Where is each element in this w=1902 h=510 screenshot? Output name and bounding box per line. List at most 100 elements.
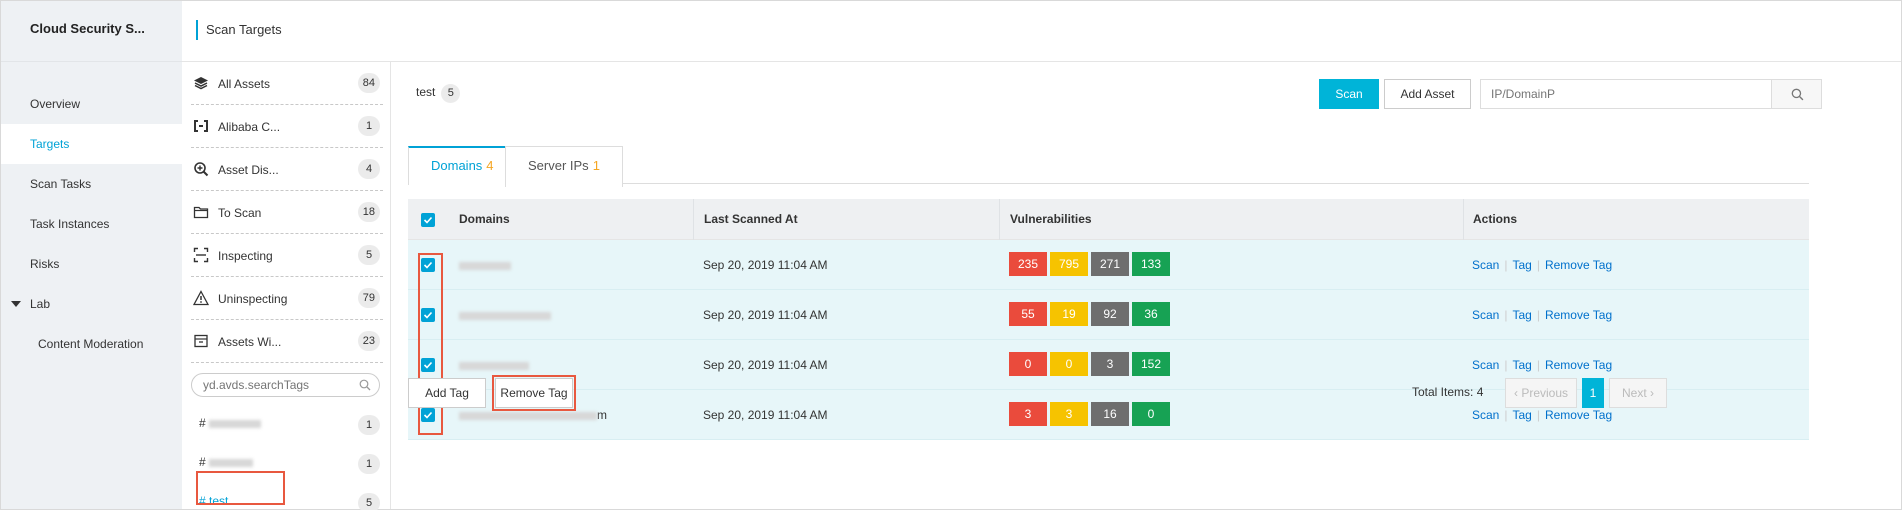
tag-link[interactable]: Tag [1512,408,1531,422]
selected-tag: test 5 [416,84,461,103]
tag-count-badge: 1 [358,415,380,435]
highlight-box [492,375,576,411]
group-inspecting[interactable]: Inspecting 5 [191,234,383,277]
nav-item-scan-tasks[interactable]: Scan Tasks [1,164,182,204]
left-navigation: Cloud Security S... Overview Targets Sca… [1,1,182,509]
scan-button[interactable]: Scan [1319,79,1379,109]
group-label: Uninspecting [218,292,288,306]
page-header: Scan Targets [182,1,1901,62]
vuln-high-count: 55 [1009,302,1047,326]
group-label: Asset Dis... [218,163,279,177]
discover-icon [194,162,209,177]
group-count-badge: 23 [357,331,380,351]
vuln-low-count: 3 [1091,352,1129,376]
group-assets-with[interactable]: Assets Wi... 23 [191,320,383,363]
main-content: test5 Scan Add Asset Domains4 Server IPs… [392,62,1901,509]
nav-item-overview[interactable]: Overview [1,84,182,124]
select-all-checkbox[interactable] [421,213,435,227]
group-count-badge: 5 [358,245,380,265]
group-to-scan[interactable]: To Scan 18 [191,191,383,234]
scan-link[interactable]: Scan [1472,258,1499,272]
group-asset-discovery[interactable]: Asset Dis... 4 [191,148,383,191]
last-scanned-cell: Sep 20, 2019 11:04 AM [703,308,828,322]
group-label: Inspecting [218,249,273,263]
vuln-low-count: 16 [1091,402,1129,426]
action-separator: | [1536,258,1540,272]
vuln-info-count: 133 [1132,252,1170,276]
asset-tabs: Domains 4 Server IPs 1 [408,146,1809,187]
app-window: Cloud Security S... Overview Targets Sca… [0,0,1902,510]
tag-item[interactable]: # 1 [191,406,383,443]
action-separator: | [1536,358,1540,372]
page-title: Scan Targets [196,20,282,40]
asset-search-input[interactable] [1481,80,1761,108]
scan-frame-icon [193,247,209,263]
vuln-medium-count: 0 [1050,352,1088,376]
tab-server-ips[interactable]: Server IPs 1 [505,146,623,187]
group-all-assets[interactable]: All Assets 84 [191,62,383,105]
search-button[interactable] [1771,80,1821,108]
redacted-text [208,458,253,467]
column-header-last-scanned: Last Scanned At [704,212,798,226]
nav-item-task-instances[interactable]: Task Instances [1,204,182,244]
tag-search [191,373,380,397]
asset-search [1480,79,1822,109]
vuln-info-count: 0 [1132,402,1170,426]
scan-link[interactable]: Scan [1472,358,1499,372]
redacted-text [459,311,551,320]
domain-cell [459,290,551,340]
scan-link[interactable]: Scan [1472,408,1499,422]
column-divider [693,199,694,240]
tab-domains[interactable]: Domains 4 [408,146,517,185]
row-actions: Scan | Tag | Remove Tag [1472,290,1612,340]
remove-tag-link[interactable]: Remove Tag [1545,308,1612,322]
warning-icon [193,290,209,306]
next-label: Next [1621,386,1647,400]
tab-label: Server IPs [528,158,589,173]
action-separator: | [1504,258,1508,272]
cloud-bracket-icon [194,120,208,132]
redacted-text [459,261,511,270]
tag-label: # [199,416,261,430]
group-alibaba-cloud[interactable]: Alibaba C... 1 [191,105,383,148]
group-count-badge: 84 [357,73,380,93]
tag-link[interactable]: Tag [1512,258,1531,272]
product-brand: Cloud Security S... [1,1,182,62]
add-tag-button[interactable]: Add Tag [408,378,486,408]
vuln-info-count: 36 [1132,302,1170,326]
tag-count-badge: 5 [358,493,380,510]
vuln-info-count: 152 [1132,352,1170,376]
tag-link[interactable]: Tag [1512,358,1531,372]
remove-tag-link[interactable]: Remove Tag [1545,258,1612,272]
search-icon[interactable] [359,379,371,391]
vuln-medium-count: 19 [1050,302,1088,326]
action-separator: | [1536,308,1540,322]
chevron-right-icon: › [1646,386,1655,400]
search-icon [1791,88,1804,101]
remove-tag-link[interactable]: Remove Tag [1545,358,1612,372]
nav-item-content-moderation[interactable]: Content Moderation [1,324,182,364]
action-separator: | [1504,408,1508,422]
vuln-high-count: 0 [1009,352,1047,376]
scan-link[interactable]: Scan [1472,308,1499,322]
nav-item-lab[interactable]: Lab [1,284,182,324]
tag-link[interactable]: Tag [1512,308,1531,322]
page-number[interactable]: 1 [1582,378,1604,408]
group-count-badge: 4 [358,159,380,179]
column-header-actions: Actions [1473,212,1518,226]
tag-search-input[interactable] [192,374,342,396]
column-header-vulnerabilities: Vulnerabilities [1010,212,1092,226]
group-uninspecting[interactable]: Uninspecting 79 [191,277,383,320]
check-icon [423,216,433,224]
remove-tag-link[interactable]: Remove Tag [1545,408,1612,422]
nav-item-targets[interactable]: Targets [1,124,182,164]
row-actions: Scan | Tag | Remove Tag [1472,240,1612,290]
nav-item-risks[interactable]: Risks [1,244,182,284]
vuln-medium-count: 3 [1050,402,1088,426]
table-row: Sep 20, 2019 11:04 AM 55 19 92 36 Scan | T… [408,290,1809,340]
add-asset-button[interactable]: Add Asset [1384,79,1471,109]
next-page-button[interactable]: Next › [1609,378,1667,408]
folder-icon [193,206,209,219]
redacted-text [208,419,261,428]
previous-page-button[interactable]: ‹ Previous [1505,378,1577,408]
